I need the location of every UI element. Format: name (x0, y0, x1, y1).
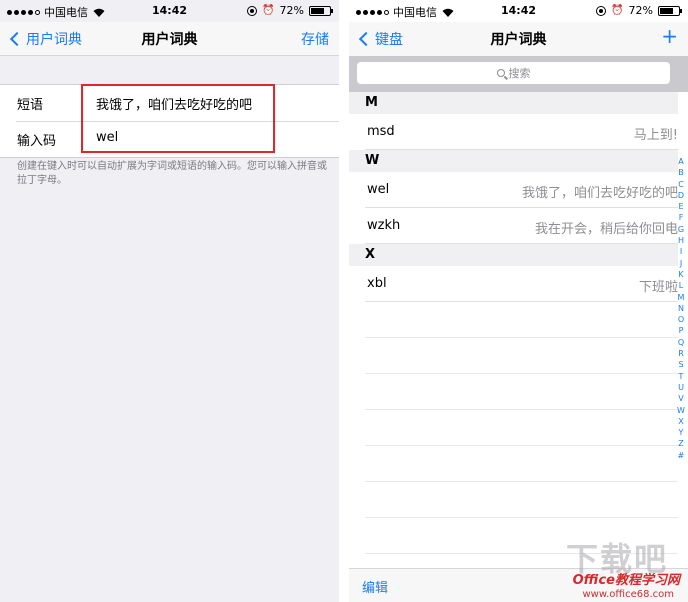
empty-row (365, 482, 678, 518)
alarm-icon: ⏰ (262, 4, 275, 16)
search-input[interactable]: 搜索 (357, 62, 670, 84)
index-letter[interactable]: M (678, 292, 685, 303)
section-header-m: M (349, 92, 678, 114)
page-title: 用户词典 (490, 32, 547, 48)
list-item[interactable]: wel 我饿了，咱们去吃好吃的吧 (365, 172, 678, 208)
entry-shortcut: wzkh (367, 218, 401, 233)
index-letter[interactable]: K (678, 269, 683, 280)
battery-icon (658, 5, 682, 16)
index-letter[interactable]: T (679, 371, 684, 382)
index-letter[interactable]: H (678, 235, 684, 246)
add-button[interactable]: + (661, 24, 678, 48)
watermark-site-name: Office教程学习网 (572, 573, 680, 588)
list-item[interactable]: msd 马上到! (365, 114, 678, 150)
shortcut-label: 输入码 (17, 134, 57, 149)
highlight-box (81, 84, 275, 153)
save-button[interactable]: 存储 (301, 29, 329, 49)
empty-row (365, 302, 678, 338)
entry-phrase: 下班啦 (638, 280, 678, 295)
index-letter[interactable]: D (678, 190, 684, 201)
section-index[interactable]: A B C D E F G H I J K L M N O P Q R S T U V W X Y Z # (676, 156, 686, 461)
watermark-url: www.office68.com (582, 589, 675, 600)
index-letter[interactable]: U (678, 382, 684, 393)
index-letter[interactable]: S (678, 359, 683, 370)
index-letter[interactable]: J (680, 258, 682, 269)
list-item[interactable]: wzkh 我在开会，稍后给你回电 (365, 208, 678, 244)
entry-phrase: 马上到! (633, 128, 678, 143)
entry-shortcut: wel (367, 182, 390, 197)
battery-fill (660, 7, 673, 14)
rotation-lock-icon (596, 5, 607, 16)
index-letter[interactable]: A (678, 156, 683, 167)
index-letter[interactable]: G (678, 224, 684, 235)
screen-divider (339, 0, 349, 602)
right-screen: 中国电信 14:42 ⏰ 72% 键盘 用户词典 + 搜索 M msd 马上到!… (349, 0, 688, 602)
entry-shortcut: msd (367, 124, 395, 139)
index-letter[interactable]: B (678, 167, 684, 178)
index-letter[interactable]: P (679, 325, 684, 336)
edit-button[interactable]: 编辑 (362, 577, 388, 596)
empty-row (365, 410, 678, 446)
hint-text: 创建在键入时可以自动扩展为字词或短语的输入码。您可以输入拼音或拉丁字母。 (17, 161, 327, 186)
rotation-lock-icon (247, 5, 258, 16)
nav-bar: 键盘 用户词典 + (349, 22, 688, 56)
battery-percent: 72% (628, 4, 653, 17)
nav-bar: 用户词典 用户词典 存储 (0, 22, 339, 56)
status-bar: 中国电信 14:42 ⏰ 72% (349, 0, 688, 22)
search-bar: 搜索 (349, 56, 688, 92)
page-title: 用户词典 (141, 32, 198, 48)
index-letter[interactable]: V (678, 393, 683, 404)
phrase-label: 短语 (17, 98, 44, 113)
shortcut-list: M msd 马上到! W wel 我饿了，咱们去吃好吃的吧 wzkh 我在开会，… (349, 92, 678, 554)
battery-icon (309, 5, 333, 16)
index-letter[interactable]: Q (678, 337, 684, 348)
index-letter[interactable]: Z (678, 438, 683, 449)
index-letter[interactable]: R (678, 348, 684, 359)
list-item[interactable]: xbl 下班啦 (365, 266, 678, 302)
index-letter[interactable]: L (679, 280, 683, 291)
search-placeholder: 搜索 (508, 67, 531, 80)
status-bar: 中国电信 14:42 ⏰ 72% (0, 0, 339, 22)
battery-fill (311, 7, 324, 14)
section-header-w: W (349, 150, 678, 172)
index-letter[interactable]: X (678, 416, 683, 427)
empty-row (365, 446, 678, 482)
entry-phrase: 我在开会，稍后给你回电 (534, 222, 678, 237)
section-header-x: X (349, 244, 678, 266)
index-letter[interactable]: N (678, 303, 684, 314)
index-letter[interactable]: # (678, 450, 685, 461)
entry-phrase: 我饿了，咱们去吃好吃的吧 (521, 186, 678, 201)
search-icon (496, 69, 505, 77)
index-letter[interactable]: Y (679, 427, 684, 438)
entry-shortcut: xbl (367, 276, 387, 291)
empty-row (365, 338, 678, 374)
index-letter[interactable]: C (678, 179, 684, 190)
index-letter[interactable]: F (679, 212, 684, 223)
index-letter[interactable]: O (678, 314, 684, 325)
index-letter[interactable]: E (678, 201, 683, 212)
battery-percent: 72% (279, 4, 304, 17)
alarm-icon: ⏰ (611, 4, 624, 16)
empty-row (365, 374, 678, 410)
index-letter[interactable]: W (677, 405, 685, 416)
index-letter[interactable]: I (680, 246, 682, 257)
left-screen: 中国电信 14:42 ⏰ 72% 用户词典 用户词典 存储 短语 我饿了，咱们去… (0, 0, 339, 602)
